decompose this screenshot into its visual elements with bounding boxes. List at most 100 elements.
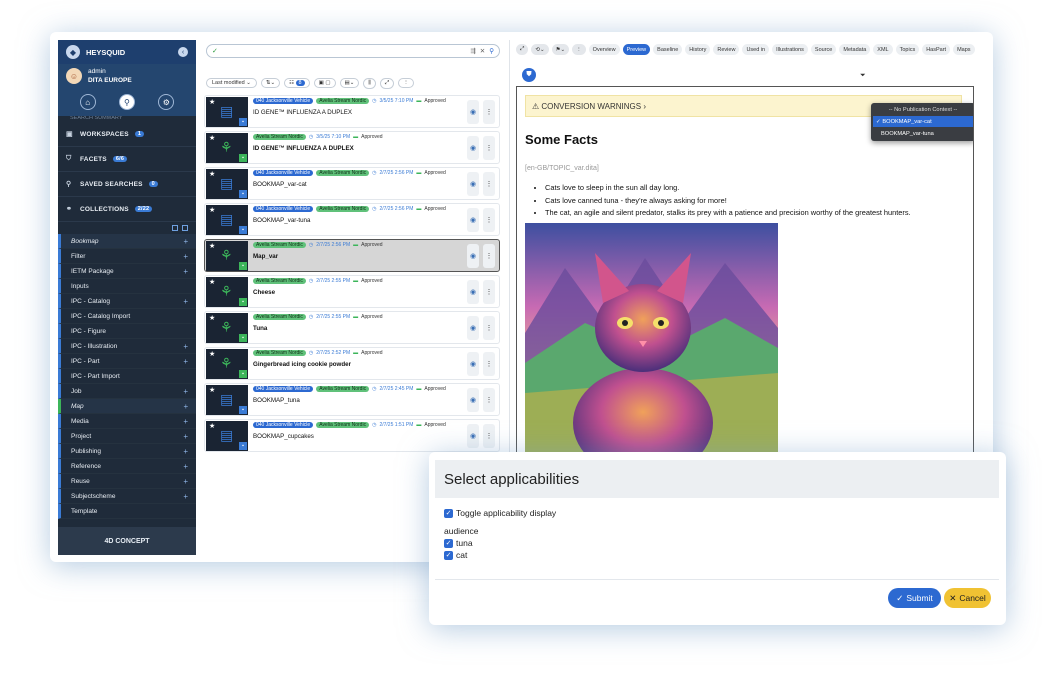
preview-eye-icon[interactable]: ◉ (467, 244, 479, 268)
tab-haspart[interactable]: HasPart (922, 44, 951, 55)
more-icon[interactable]: ⋮ (483, 244, 495, 268)
list-item[interactable]: ★ ⚘ ▪ Avelia Stream Nordic ◷ 2/7/25 2:52 PM ▬ A… (204, 347, 500, 380)
sidebar-section-facets[interactable]: ⛉ FACETS 6/6 (58, 147, 196, 172)
list-item[interactable]: ★ ⚘ ▪ Avelia Stream Nordic ◷ 2/7/25 2:56 PM ▬ A… (204, 239, 500, 272)
plus-icon[interactable]: + (183, 237, 188, 246)
preview-eye-icon[interactable]: ◉ (467, 352, 479, 376)
sidebar-item-ipc-catalog-import[interactable]: IPC - Catalog Import (58, 309, 196, 324)
plus-icon[interactable]: + (183, 267, 188, 276)
sidebar-section-saved-searches[interactable]: ⚲ SAVED SEARCHES 0 (58, 172, 196, 197)
plus-icon[interactable]: + (183, 447, 188, 456)
list-item[interactable]: ★ ▤ ▪ 040 Jacksonville Vehicle Avelia Stream… (204, 203, 500, 236)
tab-illustrations[interactable]: Illustrations (772, 44, 808, 55)
list-item[interactable]: ★ ▤ ▪ 040 Jacksonville Vehicle Avelia Stream… (204, 167, 500, 200)
select-button[interactable]: ▣ ▢ (313, 78, 336, 88)
dropdown-option[interactable]: -- No Publication Context -- (873, 104, 973, 115)
more-icon[interactable]: ⋮ (483, 352, 495, 376)
sidebar-item-reference[interactable]: Reference + (58, 459, 196, 474)
list-item[interactable]: ★ ⚘ ▪ Avelia Stream Nordic ◷ 3/5/25 7:10 PM ▬ A… (204, 131, 500, 164)
preview-eye-icon[interactable]: ◉ (467, 136, 479, 160)
search-icon[interactable]: ⚲ (489, 47, 494, 55)
expand-icon[interactable]: ⤢ (516, 44, 529, 55)
list-item[interactable]: ★ ▤ ▪ 040 Jacksonville Vehicle Avelia Stream… (204, 383, 500, 416)
plus-icon[interactable]: + (183, 492, 188, 501)
tab-used-in[interactable]: Used in (742, 44, 770, 55)
plus-icon[interactable]: + (183, 477, 188, 486)
preview-eye-icon[interactable]: ◉ (467, 100, 479, 124)
option-cat[interactable]: ✓ cat (444, 550, 467, 560)
tab-review[interactable]: Review (713, 44, 740, 55)
star-icon[interactable]: ★ (209, 98, 215, 106)
sidebar-item-ipc-catalog[interactable]: IPC - Catalog + (58, 294, 196, 309)
sidebar-item-template[interactable]: Template (58, 504, 196, 519)
checkbox-icon[interactable] (182, 225, 188, 231)
sidebar-item-map[interactable]: Map + (58, 399, 196, 414)
clear-icon[interactable]: ✕ (480, 47, 485, 55)
plus-icon[interactable]: + (183, 357, 188, 366)
tab-preview[interactable]: Preview (622, 44, 651, 55)
list-item[interactable]: ★ ▤ ▪ 040 Jacksonville Vehicle Avelia Stream… (204, 95, 500, 128)
sidebar-section-collections[interactable]: ⚭ COLLECTIONS 2/22 (58, 197, 196, 222)
collapse-sidebar-button[interactable]: ‹ (178, 47, 188, 57)
filter-applicability-button[interactable]: ⛊ (522, 68, 536, 82)
more-button[interactable]: ⋮ (398, 78, 414, 88)
cancel-button[interactable]: ✕ Cancel (944, 588, 991, 608)
more-icon[interactable]: ⋮ (483, 172, 495, 196)
tab-overview[interactable]: Overview (588, 44, 620, 55)
sidebar-item-inputs[interactable]: Inputs (58, 279, 196, 294)
tuna-checkbox[interactable]: ✓ (444, 538, 453, 548)
sidebar-item-ipc-part-import[interactable]: IPC - Part Import (58, 369, 196, 384)
search-input[interactable]: ✓ ⇶ ✕ ⚲ (206, 44, 500, 58)
star-icon[interactable]: ★ (209, 422, 215, 430)
tab-history[interactable]: History (685, 44, 711, 55)
preview-eye-icon[interactable]: ◉ (467, 280, 479, 304)
layout-button[interactable]: ▤⌄ (339, 78, 360, 88)
option-tuna[interactable]: ✓ tuna (444, 538, 473, 548)
more-icon[interactable]: ⋮ (483, 316, 495, 340)
toggle-applicability-row[interactable]: ✓ Toggle applicability display (444, 508, 556, 518)
star-icon[interactable]: ★ (209, 350, 215, 358)
star-icon[interactable]: ★ (209, 134, 215, 142)
star-icon[interactable]: ★ (209, 386, 215, 394)
preview-eye-icon[interactable]: ◉ (467, 424, 479, 448)
history-icon[interactable]: ⟲⌄ (531, 44, 549, 55)
plus-icon[interactable]: + (183, 342, 188, 351)
user-org[interactable]: DITA EUROPE (88, 77, 132, 84)
submit-button[interactable]: ✓ Submit (888, 588, 941, 608)
more-icon[interactable]: ⋮ (483, 424, 495, 448)
more-icon[interactable]: ⋮ (483, 136, 495, 160)
view-toggle-button[interactable]: ☷ 8 (284, 78, 310, 88)
preview-eye-icon[interactable]: ◉ (467, 172, 479, 196)
sidebar-item-job[interactable]: Job + (58, 384, 196, 399)
tab-baseline[interactable]: Baseline (653, 44, 683, 55)
toggle-applicability-checkbox[interactable]: ✓ (444, 508, 453, 518)
more-icon[interactable]: ⋮ (483, 100, 495, 124)
sidebar-item-ipc-figure[interactable]: IPC - Figure (58, 324, 196, 339)
more-icon[interactable]: ⋮ (483, 280, 495, 304)
plus-icon[interactable]: + (183, 402, 188, 411)
star-icon[interactable]: ★ (209, 170, 215, 178)
sidebar-item-media[interactable]: Media + (58, 414, 196, 429)
star-icon[interactable]: ★ (209, 206, 215, 214)
plus-icon[interactable]: + (183, 462, 188, 471)
search-icon[interactable]: ⚲ (118, 94, 135, 110)
dropdown-option-selected[interactable]: ✓ BOOKMAP_var-cat (873, 116, 973, 127)
dropdown-option[interactable]: BOOKMAP_var-tuna (873, 128, 973, 139)
expand-button[interactable]: ⤢ (379, 77, 395, 89)
tab-xml[interactable]: XML (873, 44, 893, 55)
plus-icon[interactable]: + (183, 252, 188, 261)
sidebar-item-reuse[interactable]: Reuse + (58, 474, 196, 489)
cat-checkbox[interactable]: ✓ (444, 550, 453, 560)
more-icon[interactable]: ⋮ (483, 388, 495, 412)
more-icon[interactable]: ⋮ (483, 208, 495, 232)
preview-eye-icon[interactable]: ◉ (467, 208, 479, 232)
sidebar-item-ipc-part[interactable]: IPC - Part + (58, 354, 196, 369)
tab-source[interactable]: Source (810, 44, 837, 55)
list-item[interactable]: ★ ⚘ ▪ Avelia Stream Nordic ◷ 2/7/25 2:55 PM ▬ A… (204, 275, 500, 308)
home-icon[interactable]: ⌂ (79, 94, 96, 110)
publication-context-dropdown[interactable]: -- No Publication Context -- ✓ BOOKMAP_v… (871, 103, 973, 141)
more-icon[interactable]: ⋮ (572, 44, 586, 55)
sidebar-item-filter[interactable]: Filter + (58, 249, 196, 264)
funnel-icon[interactable]: ⏷ (860, 72, 866, 80)
star-icon[interactable]: ★ (209, 278, 215, 286)
